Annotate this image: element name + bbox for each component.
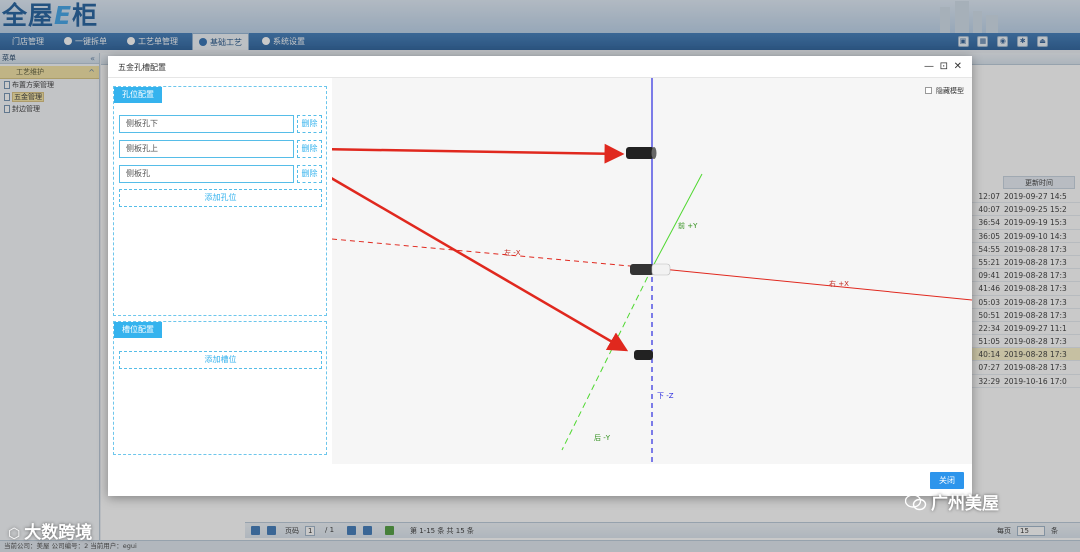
y-axis-front [651, 173, 703, 269]
hole-config-tag: 孔位配置 [114, 87, 162, 103]
hole-marker-center[interactable] [630, 263, 671, 276]
maximize-icon[interactable]: ⊡ [940, 61, 948, 73]
checkbox-icon[interactable] [925, 87, 932, 94]
hole-config-panel: 孔位配置 侧板孔下 删除 侧板孔上 删除 侧板孔 删除 添加孔位 [113, 86, 327, 316]
axis-label-front: 前 +Y [678, 221, 698, 230]
axis-label-back: 后 -Y [594, 433, 611, 442]
3d-viewport[interactable]: 前 +Y 后 -Y 左 -X 右 +X 下 -Z 隐藏模型 [332, 78, 972, 464]
hole-input-1[interactable]: 侧板孔下 [119, 115, 294, 133]
x-axis-right [651, 267, 972, 301]
axis-label-left: 左 -X [504, 248, 521, 257]
dialog-header: 五金孔槽配置 — ⊡ ✕ [108, 56, 972, 78]
brand-logo-icon: ⬡ [8, 526, 21, 542]
annotation-arrow-lower [332, 177, 629, 352]
hardware-slot-dialog: 五金孔槽配置 — ⊡ ✕ 孔位配置 侧板孔下 删除 侧板孔上 删除 侧板孔 删除… [108, 56, 972, 496]
watermark-right: 广州美屋 [905, 489, 999, 514]
close-button[interactable]: 关闭 [930, 472, 964, 489]
minimize-icon[interactable]: — [924, 61, 934, 73]
add-slot-button[interactable]: 添加槽位 [119, 351, 322, 369]
hole-marker-lower[interactable] [634, 350, 653, 360]
dialog-title: 五金孔槽配置 [118, 63, 166, 72]
hole-marker-upper[interactable] [626, 147, 657, 159]
slot-config-panel: 槽位配置 添加槽位 [113, 321, 327, 455]
axis-label-right: 右 +X [829, 279, 849, 288]
wechat-icon [905, 494, 927, 511]
annotation-arrow-upper [332, 143, 625, 164]
hole-input-3[interactable]: 侧板孔 [119, 165, 294, 183]
delete-hole-button-2[interactable]: 删除 [297, 140, 322, 158]
axes-canvas[interactable]: 前 +Y 后 -Y 左 -X 右 +X 下 -Z [332, 78, 972, 464]
hide-model-toggle[interactable]: 隐藏模型 [925, 86, 964, 96]
hole-input-2[interactable]: 侧板孔上 [119, 140, 294, 158]
x-axis-left [332, 238, 653, 269]
watermark-left: ⬡ 大数跨境 [8, 523, 93, 543]
close-icon[interactable]: ✕ [954, 61, 962, 73]
slot-config-tag: 槽位配置 [114, 322, 162, 338]
axis-label-down: 下 -Z [657, 392, 674, 400]
add-hole-button[interactable]: 添加孔位 [119, 189, 322, 207]
delete-hole-button-3[interactable]: 删除 [297, 165, 322, 183]
delete-hole-button-1[interactable]: 删除 [297, 115, 322, 133]
